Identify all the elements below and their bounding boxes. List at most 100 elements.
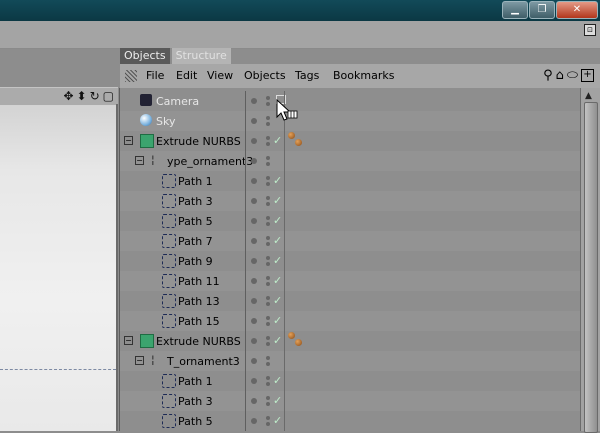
- render-visibility-dot[interactable]: [266, 262, 270, 266]
- object-row[interactable]: Path 9 ✓: [120, 251, 580, 271]
- object-row[interactable]: Path 1 ✓: [120, 171, 580, 191]
- maximize-icon[interactable]: ▢: [103, 89, 114, 103]
- editor-visibility-dot[interactable]: [266, 416, 270, 420]
- visibility-dot[interactable]: [251, 118, 257, 124]
- editor-visibility-dot[interactable]: [266, 216, 270, 220]
- visibility-dot[interactable]: [251, 198, 257, 204]
- render-visibility-dot[interactable]: [266, 242, 270, 246]
- object-row[interactable]: − Extrude NURBS ✓: [120, 331, 580, 351]
- object-row[interactable]: − ¦ T_ornament3: [120, 351, 580, 371]
- collapse-toggle-icon[interactable]: −: [124, 136, 133, 145]
- move-icon[interactable]: ✥: [63, 89, 73, 103]
- enabled-check-icon[interactable]: ✓: [273, 194, 282, 207]
- tab-structure[interactable]: Structure: [171, 48, 231, 64]
- render-visibility-dot[interactable]: [266, 302, 270, 306]
- editor-visibility-dot[interactable]: [266, 336, 270, 340]
- menu-objects[interactable]: Objects: [244, 69, 286, 82]
- visibility-dot[interactable]: [251, 98, 257, 104]
- material-tag-icon[interactable]: [288, 132, 295, 139]
- object-row[interactable]: Path 1 ✓: [120, 371, 580, 391]
- search-icon[interactable]: ⚲: [543, 68, 553, 83]
- render-visibility-dot[interactable]: [266, 162, 270, 166]
- visibility-dot[interactable]: [251, 378, 257, 384]
- editor-visibility-dot[interactable]: [266, 196, 270, 200]
- render-visibility-dot[interactable]: [266, 202, 270, 206]
- enabled-check-icon[interactable]: ✓: [273, 374, 282, 387]
- render-visibility-dot[interactable]: [266, 142, 270, 146]
- enabled-check-icon[interactable]: ✓: [273, 394, 282, 407]
- editor-visibility-dot[interactable]: [266, 396, 270, 400]
- render-visibility-dot[interactable]: [266, 322, 270, 326]
- eye-icon[interactable]: ⬭: [567, 68, 578, 83]
- editor-visibility-dot[interactable]: [266, 136, 270, 140]
- enabled-check-icon[interactable]: ✓: [273, 174, 282, 187]
- menu-bookmarks[interactable]: Bookmarks: [333, 69, 394, 82]
- enabled-check-icon[interactable]: ✓: [273, 214, 282, 227]
- rotate-icon[interactable]: ↻: [90, 89, 100, 103]
- object-row[interactable]: − ¦ ype_ornament3: [120, 151, 580, 171]
- visibility-dot[interactable]: [251, 318, 257, 324]
- enabled-check-icon[interactable]: ✓: [273, 294, 282, 307]
- viewport-canvas[interactable]: [0, 105, 116, 431]
- collapse-toggle-icon[interactable]: −: [124, 336, 133, 345]
- collapse-toggle-icon[interactable]: −: [135, 156, 144, 165]
- visibility-dot[interactable]: [251, 138, 257, 144]
- render-visibility-dot[interactable]: [266, 102, 270, 106]
- zoom-icon[interactable]: ⬍: [77, 89, 87, 103]
- menu-tags[interactable]: Tags: [295, 69, 319, 82]
- editor-visibility-dot[interactable]: [266, 316, 270, 320]
- collapse-toggle-icon[interactable]: −: [135, 356, 144, 365]
- visibility-dot[interactable]: [251, 418, 257, 424]
- material-tag-icon[interactable]: [295, 339, 302, 346]
- render-visibility-dot[interactable]: [266, 422, 270, 426]
- close-button[interactable]: ✕: [556, 1, 598, 19]
- enabled-check-icon[interactable]: ✓: [273, 414, 282, 427]
- material-tag-icon[interactable]: [288, 332, 295, 339]
- menu-file[interactable]: File: [146, 69, 164, 82]
- editor-visibility-dot[interactable]: [266, 256, 270, 260]
- object-row[interactable]: Path 5 ✓: [120, 211, 580, 231]
- visibility-dot[interactable]: [251, 238, 257, 244]
- visibility-dot[interactable]: [251, 158, 257, 164]
- enabled-check-icon[interactable]: ✓: [273, 274, 282, 287]
- panel-menu-icon[interactable]: ⊡: [584, 24, 596, 36]
- object-row[interactable]: Path 5 ✓: [120, 411, 580, 431]
- visibility-dot[interactable]: [251, 278, 257, 284]
- render-visibility-dot[interactable]: [266, 382, 270, 386]
- visibility-dot[interactable]: [251, 398, 257, 404]
- visibility-dot[interactable]: [251, 358, 257, 364]
- enabled-check-icon[interactable]: ✓: [273, 234, 282, 247]
- scroll-up-icon[interactable]: ▲: [585, 91, 592, 101]
- object-row[interactable]: Path 15 ✓: [120, 311, 580, 331]
- editor-visibility-dot[interactable]: [266, 356, 270, 360]
- object-list-scrollbar[interactable]: ▲: [580, 88, 600, 433]
- new-window-icon[interactable]: +: [581, 69, 594, 82]
- editor-visibility-dot[interactable]: [266, 96, 270, 100]
- render-visibility-dot[interactable]: [266, 222, 270, 226]
- visibility-dot[interactable]: [251, 338, 257, 344]
- render-visibility-dot[interactable]: [266, 282, 270, 286]
- visibility-dot[interactable]: [251, 258, 257, 264]
- render-visibility-dot[interactable]: [266, 362, 270, 366]
- enabled-check-icon[interactable]: ✓: [273, 334, 282, 347]
- render-visibility-dot[interactable]: [266, 122, 270, 126]
- editor-visibility-dot[interactable]: [266, 376, 270, 380]
- render-visibility-dot[interactable]: [266, 402, 270, 406]
- render-visibility-dot[interactable]: [266, 342, 270, 346]
- minimize-button[interactable]: ▁: [502, 1, 528, 19]
- editor-visibility-dot[interactable]: [266, 236, 270, 240]
- object-row[interactable]: Camera: [120, 91, 580, 111]
- editor-visibility-dot[interactable]: [266, 116, 270, 120]
- editor-visibility-dot[interactable]: [266, 296, 270, 300]
- render-visibility-dot[interactable]: [266, 182, 270, 186]
- object-row[interactable]: Path 3 ✓: [120, 191, 580, 211]
- scroll-thumb[interactable]: [584, 102, 598, 433]
- maximize-button[interactable]: ❐: [529, 1, 555, 19]
- editor-visibility-dot[interactable]: [266, 156, 270, 160]
- home-icon[interactable]: ⌂: [556, 68, 564, 83]
- object-row[interactable]: Path 11 ✓: [120, 271, 580, 291]
- editor-visibility-dot[interactable]: [266, 176, 270, 180]
- object-row[interactable]: Path 3 ✓: [120, 391, 580, 411]
- object-row[interactable]: Sky: [120, 111, 580, 131]
- enabled-check-icon[interactable]: ✓: [273, 314, 282, 327]
